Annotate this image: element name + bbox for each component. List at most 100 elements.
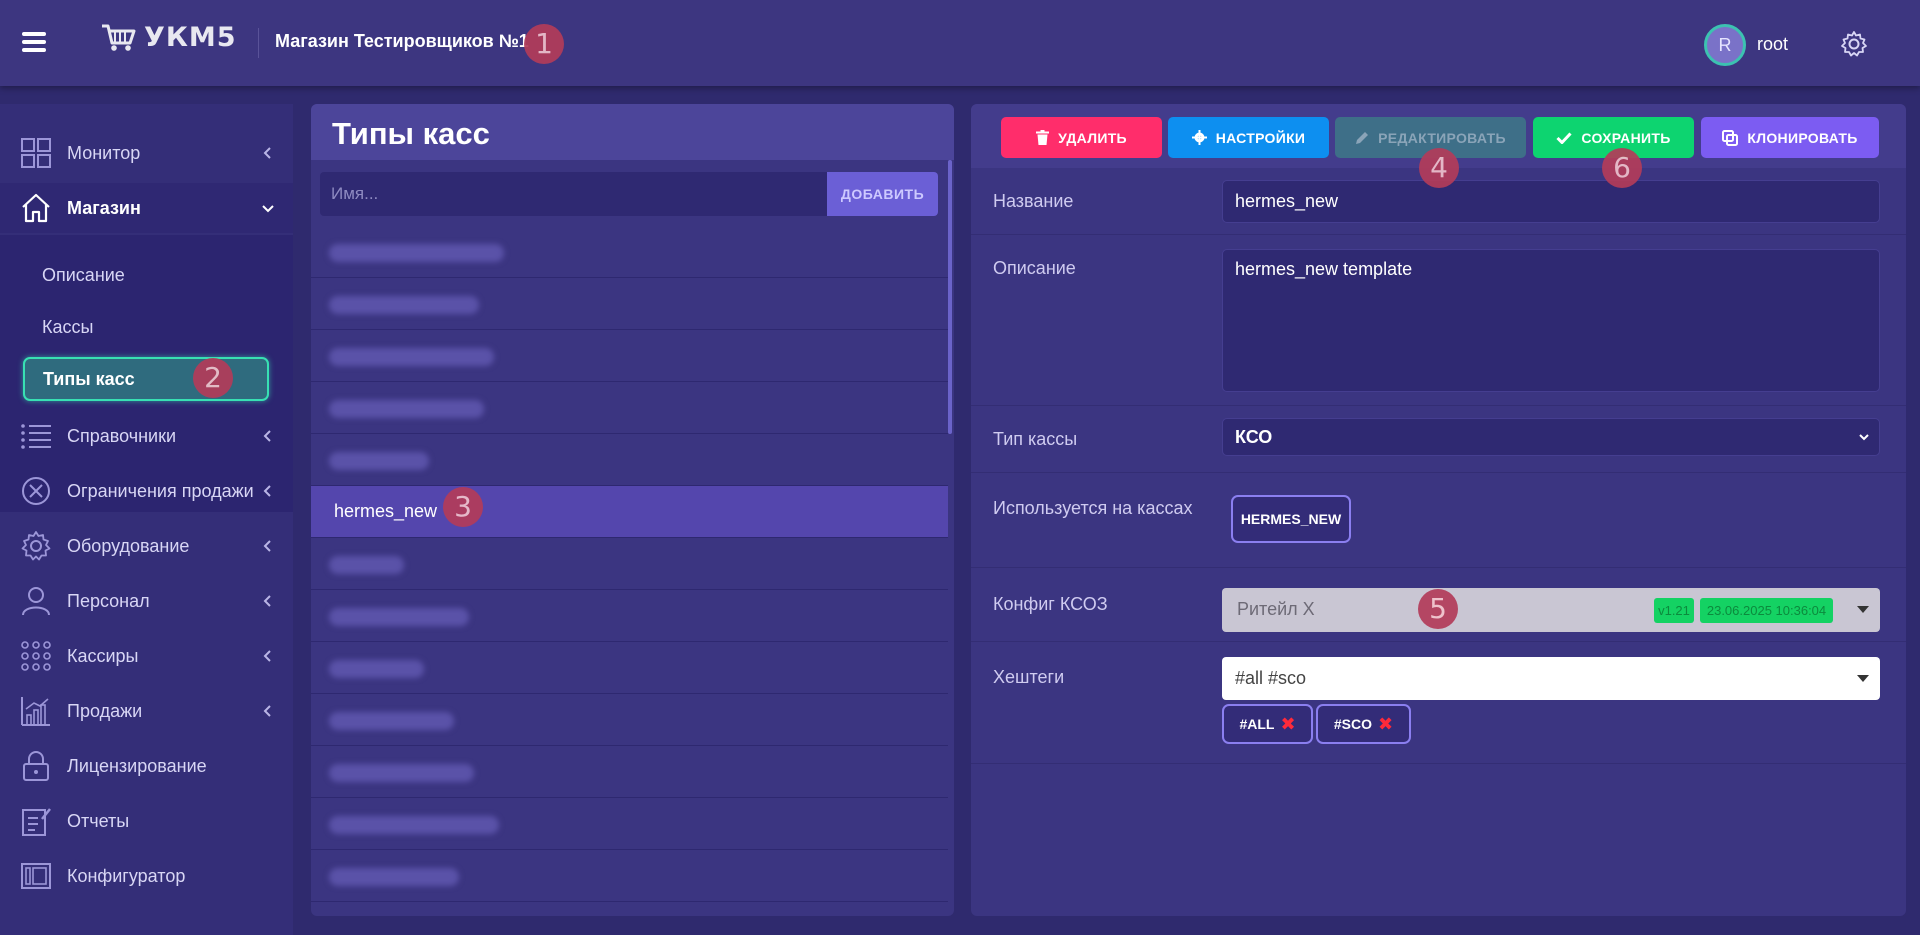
- caret-down-icon: [1857, 606, 1869, 613]
- list-item-label: hermes_new: [334, 501, 438, 521]
- pencil-icon: [1356, 131, 1369, 144]
- list-item[interactable]: [311, 694, 948, 746]
- sidebar-item-label: Ограничения продажи: [67, 480, 254, 501]
- username[interactable]: root: [1757, 34, 1788, 55]
- sidebar-item-directories[interactable]: Справочники: [0, 411, 293, 461]
- sidebar-item-label: Кассиры: [67, 645, 139, 666]
- description-textarea[interactable]: hermes_new template: [1222, 249, 1880, 392]
- list-item[interactable]: [311, 590, 948, 642]
- name-input[interactable]: [320, 172, 827, 216]
- sidebar-item-cashiers[interactable]: Кассиры: [0, 631, 293, 681]
- remove-tag-icon[interactable]: ✖: [1378, 715, 1393, 733]
- app-logo[interactable]: УКМ5: [100, 22, 237, 53]
- cog-icon: [1191, 130, 1207, 145]
- hashtags-input[interactable]: #all #sco: [1222, 657, 1880, 700]
- chevron-down-icon: [1859, 434, 1869, 441]
- list-icon: [21, 424, 51, 449]
- form-row-register-type: Тип кассы КСО: [971, 406, 1906, 473]
- list-item-selected[interactable]: hermes_new: [311, 486, 948, 538]
- sidebar-item-licensing[interactable]: Лицензирование: [0, 741, 293, 791]
- list-item[interactable]: [311, 850, 948, 902]
- configurator-icon: [21, 863, 51, 889]
- register-types-list: hermes_new: [311, 226, 948, 902]
- form-row-used-on: Используется на кассах HERMES_NEW: [971, 473, 1906, 568]
- list-item[interactable]: [311, 642, 948, 694]
- check-icon: [1556, 131, 1572, 144]
- settings-gear-icon[interactable]: [1840, 30, 1868, 58]
- date-badge: 23.06.2025 10:36:04: [1700, 598, 1833, 623]
- used-on-label: Используется на кассах: [993, 498, 1193, 518]
- hashtags-value: #all #sco: [1235, 668, 1307, 688]
- sidebar-item-label: Монитор: [67, 142, 141, 163]
- submenu-item-registers[interactable]: Кассы: [42, 317, 93, 338]
- tag-chip-all[interactable]: #ALL ✖: [1222, 704, 1313, 744]
- chevron-left-icon: [263, 147, 271, 159]
- home-icon: [22, 193, 50, 223]
- settings-button[interactable]: НАСТРОЙКИ: [1168, 117, 1329, 158]
- sidebar-item-label: Справочники: [67, 425, 177, 446]
- lock-icon: [23, 751, 49, 781]
- chevron-left-icon: [263, 485, 271, 497]
- list-item[interactable]: [311, 330, 948, 382]
- submenu-item-label: Типы касс: [43, 369, 135, 389]
- list-scrollbar[interactable]: [948, 160, 952, 434]
- annotation-marker-3: 3: [443, 487, 483, 527]
- annotation-marker-2: 2: [193, 358, 233, 398]
- register-chip[interactable]: HERMES_NEW: [1231, 495, 1351, 543]
- register-type-select[interactable]: КСО: [1222, 418, 1880, 456]
- sidebar-item-monitor[interactable]: Монитор: [0, 128, 293, 178]
- sidebar-item-equipment[interactable]: Оборудование: [0, 521, 293, 571]
- gear-icon: [21, 531, 51, 561]
- register-type-details: УДАЛИТЬ НАСТРОЙКИ РЕДАКТИРОВАТЬ СОХРАНИТ…: [971, 104, 1906, 916]
- list-item[interactable]: [311, 226, 948, 278]
- list-item[interactable]: [311, 278, 948, 330]
- register-type-value: КСО: [1235, 427, 1273, 447]
- page-title: Типы касс: [332, 116, 490, 151]
- list-item[interactable]: [311, 746, 948, 798]
- register-type-label: Тип кассы: [993, 429, 1078, 449]
- annotation-marker-1: 1: [524, 24, 564, 64]
- header-divider: [258, 28, 259, 58]
- remove-tag-icon[interactable]: ✖: [1280, 715, 1295, 733]
- tag-chip-sco[interactable]: #SCO ✖: [1316, 704, 1411, 744]
- chevron-left-icon: [263, 650, 271, 662]
- avatar[interactable]: R: [1704, 24, 1746, 66]
- list-item[interactable]: [311, 434, 948, 486]
- sidebar-item-store[interactable]: Магазин: [0, 183, 293, 233]
- edit-button-label: РЕДАКТИРОВАТЬ: [1378, 129, 1506, 146]
- name-field[interactable]: [1222, 180, 1880, 223]
- list-item[interactable]: [311, 538, 948, 590]
- ksoz-config-select[interactable]: Ритейл X v1.21 23.06.2025 10:36:04: [1222, 588, 1880, 632]
- annotation-marker-4: 4: [1419, 148, 1459, 188]
- clone-button-label: КЛОНИРОВАТЬ: [1747, 129, 1858, 146]
- sidebar-item-sales[interactable]: Продажи: [0, 686, 293, 736]
- list-item[interactable]: [311, 382, 948, 434]
- chevron-left-icon: [263, 430, 271, 442]
- sidebar-item-reports[interactable]: Отчеты: [0, 796, 293, 846]
- form-row-description: Описание hermes_new template: [971, 235, 1906, 406]
- store-name[interactable]: Магазин Тестировщиков №1: [275, 31, 529, 52]
- circle-x-icon: [22, 477, 50, 505]
- sidebar-item-configurator[interactable]: Конфигуратор: [0, 851, 293, 901]
- sidebar-item-label: Отчеты: [67, 810, 130, 831]
- sidebar-item-staff[interactable]: Персонал: [0, 576, 293, 626]
- sidebar-item-label: Персонал: [67, 590, 150, 611]
- hamburger-menu-icon[interactable]: [22, 32, 46, 52]
- hashtags-label: Хештеги: [993, 667, 1065, 687]
- logo-text: УКМ5: [144, 22, 237, 53]
- add-button[interactable]: ДОБАВИТЬ: [827, 172, 938, 216]
- list-item[interactable]: [311, 798, 948, 850]
- delete-button[interactable]: УДАЛИТЬ: [1001, 117, 1162, 158]
- list-title-bar: Типы касс: [311, 104, 954, 160]
- sidebar-item-label: Магазин: [67, 197, 141, 218]
- settings-button-label: НАСТРОЙКИ: [1215, 129, 1306, 146]
- sidebar: Монитор Магазин Описание Кассы Типы касс…: [0, 104, 293, 935]
- clone-button[interactable]: КЛОНИРОВАТЬ: [1701, 117, 1879, 158]
- copy-icon: [1722, 129, 1739, 146]
- dots-grid-icon: [21, 641, 51, 671]
- delete-button-label: УДАЛИТЬ: [1058, 129, 1127, 146]
- register-types-panel: Типы касс ДОБАВИТЬ hermes_new: [311, 104, 954, 916]
- chevron-left-icon: [263, 595, 271, 607]
- submenu-item-description[interactable]: Описание: [42, 265, 125, 286]
- sidebar-item-sale-restrictions[interactable]: Ограничения продажи: [0, 466, 293, 516]
